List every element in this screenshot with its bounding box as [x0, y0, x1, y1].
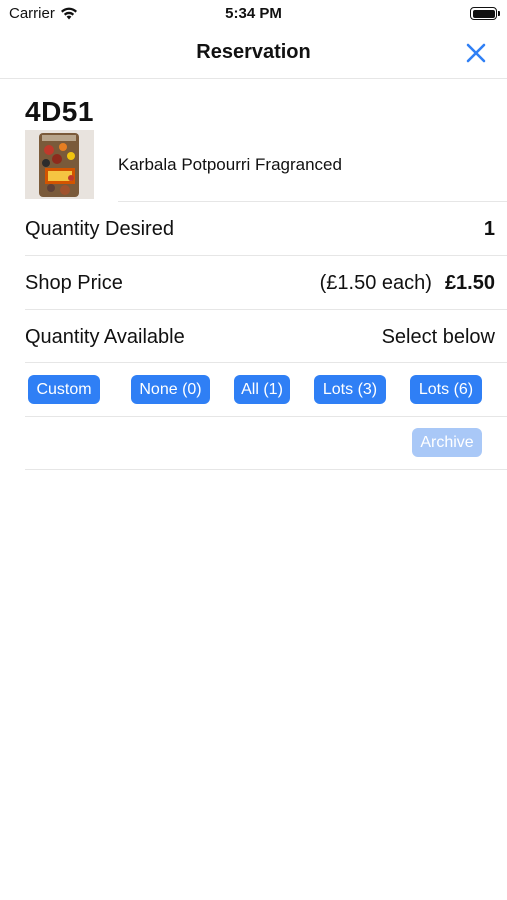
custom-button[interactable]: Custom [28, 375, 100, 404]
quantity-options: Custom None (0) All (1) Lots (3) Lots (6… [28, 375, 488, 404]
divider [25, 362, 507, 363]
quantity-desired-label: Quantity Desired [25, 217, 174, 240]
quantity-available-label: Quantity Available [25, 325, 185, 348]
product-name: Karbala Potpourri Fragranced [118, 155, 342, 174]
reservation-screen: Carrier 5:34 PM Reservation 4D51 Karbala… [0, 0, 507, 900]
divider [25, 469, 507, 470]
quantity-desired-value: 1 [483, 217, 495, 240]
close-icon [466, 43, 486, 63]
navigation-bar: Reservation [0, 28, 507, 79]
shop-price-row: Shop Price (£1.50 each) £1.50 [25, 256, 495, 310]
quantity-available-row: Quantity Available Select below [25, 310, 495, 364]
divider [25, 416, 507, 417]
battery-icon [470, 7, 500, 20]
product-image [25, 130, 94, 199]
status-time: 5:34 PM [225, 5, 282, 22]
shop-price-label: Shop Price [25, 271, 123, 294]
all-button[interactable]: All (1) [234, 375, 290, 404]
none-button[interactable]: None (0) [131, 375, 210, 404]
lots-3-button[interactable]: Lots (3) [314, 375, 386, 404]
archive-button[interactable]: Archive [412, 428, 482, 457]
product-photo [25, 130, 94, 199]
shop-price-total: £1.50 [444, 271, 495, 294]
close-button[interactable] [463, 40, 489, 66]
status-bar: Carrier 5:34 PM [0, 0, 507, 28]
quantity-desired-row[interactable]: Quantity Desired 1 [25, 202, 495, 256]
item-code: 4D51 [25, 96, 94, 127]
lots-6-button[interactable]: Lots (6) [410, 375, 482, 404]
quantity-available-value: Select below [381, 325, 495, 348]
page-title: Reservation [196, 41, 311, 63]
shop-price-each: (£1.50 each) [319, 271, 432, 294]
